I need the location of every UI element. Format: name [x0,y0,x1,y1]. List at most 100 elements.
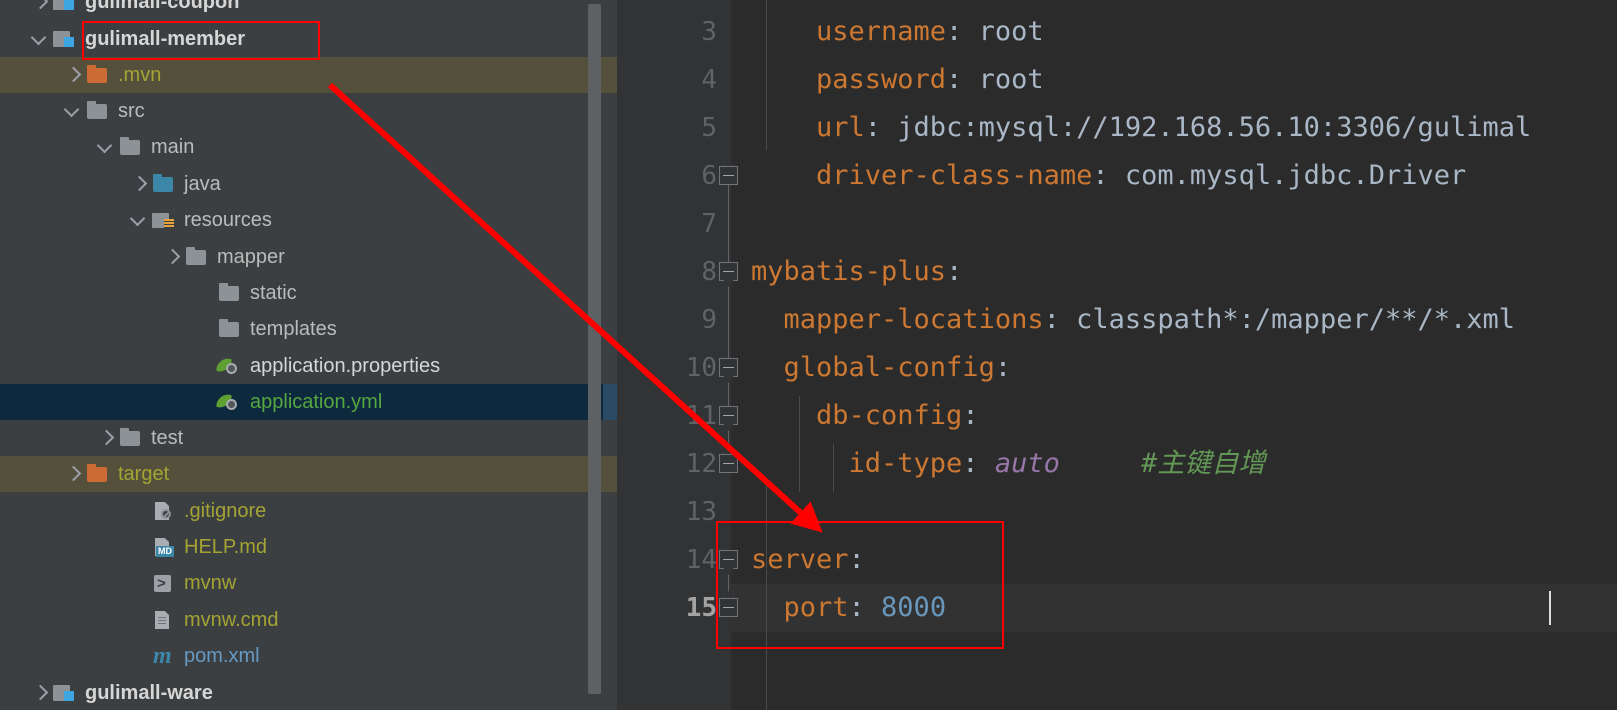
code-line[interactable]: mapper-locations: classpath*:/mapper/**/… [784,296,1516,344]
chevron-right-icon[interactable] [96,420,118,456]
tree-item-src[interactable]: src [0,93,603,129]
tree-item-mvnw-cmd[interactable]: mvnw.cmd [0,602,603,638]
sidebar-scrollbar[interactable] [586,0,603,710]
tree-item-label: mvnw [184,572,237,594]
tree-item-label: test [151,427,184,449]
code-token: auto [994,448,1060,479]
line-number: 4 [701,65,717,95]
code-line[interactable]: db-config: [816,392,979,440]
code-token: username [816,16,947,47]
code-line[interactable]: password: root [816,56,1044,104]
tree-item-label: static [250,282,297,304]
code-line[interactable]: username: root [816,8,1044,56]
code-folding-column[interactable] [707,0,751,710]
line-number: 11 [685,401,717,431]
markdown-badge: MD [156,546,174,557]
code-line[interactable]: driver-class-name: com.mysql.jdbc.Driver [816,152,1466,200]
tree-item-label: templates [250,318,337,340]
tree-item-label: gulimall-ware [85,682,213,704]
code-token: port [783,592,849,623]
tree-item-label: src [118,100,145,122]
maven-file-icon [151,642,177,670]
tree-item-label: .mvn [118,64,162,86]
code-token: : [946,16,979,47]
tree-item-application-properties[interactable]: application.properties [0,348,603,384]
fold-marker-line-8[interactable] [719,262,738,281]
chevron-right-icon[interactable] [162,239,184,275]
chevron-down-icon[interactable] [30,21,52,57]
resources-folder-icon [151,209,177,231]
editor-gutter: 3 4 5 6 7 8 9 10 11 12 13 14 15 [603,0,738,710]
fold-marker-line-6[interactable] [719,166,738,185]
text-caret [1549,591,1551,625]
tree-item-mvn[interactable]: .mvn [0,57,603,93]
code-token: : [946,256,963,287]
chevron-right-icon[interactable] [129,166,151,202]
chevron-right-icon[interactable] [30,675,52,710]
tree-item-gulimall-ware[interactable]: gulimall-ware [0,675,603,710]
line-number: 8 [701,257,717,287]
chevron-down-icon[interactable] [63,93,85,129]
code-token: : [1092,160,1125,191]
code-token: driver-class-name [816,160,1093,191]
sidebar-scrollbar-thumb[interactable] [588,4,601,694]
code-token: 8000 [881,592,947,623]
folder-icon [85,100,111,122]
code-token: id-type [848,448,963,479]
tree-item-label: mvnw.cmd [184,609,279,631]
chevron-down-icon[interactable] [96,129,118,165]
tree-item-help-md[interactable]: MD HELP.md [0,529,603,565]
code-token: global-config [783,352,995,383]
line-number: 10 [685,353,717,383]
tree-item-pom-xml[interactable]: pom.xml [0,638,603,674]
line-number: 6 [701,161,717,191]
tree-item-mvnw[interactable]: mvnw [0,565,603,601]
code-line[interactable]: id-type: auto #主键自增 [849,440,1266,488]
code-token: root [978,16,1044,47]
tree-item-resources[interactable]: resources [0,202,603,238]
code-line[interactable]: server: [751,536,865,584]
fold-marker-line-11[interactable] [719,406,738,425]
code-line[interactable]: url: jdbc:mysql://192.168.56.10:3306/gul… [816,104,1531,152]
chevron-right-icon[interactable] [63,57,85,93]
tree-item-target[interactable]: target [0,456,603,492]
fold-marker-line-15[interactable] [719,598,738,617]
tree-item-gulimall-coupon[interactable]: gulimall-coupon [0,0,603,20]
folder-icon [217,282,243,304]
code-token: : [994,352,1012,383]
fold-marker-line-14[interactable] [719,550,738,569]
code-line[interactable]: global-config: [784,344,1012,392]
module-icon [52,0,78,13]
text-lines-badge [158,617,166,626]
tree-item-mapper[interactable]: mapper [0,239,603,275]
code-line[interactable]: mybatis-plus: [751,248,962,296]
code-token: : [848,544,865,575]
spring-config-icon [217,355,243,377]
tree-item-gitignore[interactable]: .gitignore [0,493,603,529]
code-token: mapper-locations [783,304,1044,335]
code-token: : [946,64,979,95]
module-icon [52,682,78,704]
chevron-right-icon[interactable] [63,456,85,492]
code-editor[interactable]: 3 4 5 6 7 8 9 10 11 12 13 14 15 username: root passwo… [603,0,1617,710]
code-token: : [1043,304,1077,335]
tree-item-test[interactable]: test [0,420,603,456]
folder-icon [217,318,243,340]
chevron-down-icon[interactable] [129,202,151,238]
fold-marker-line-12[interactable] [719,454,738,473]
tree-item-main[interactable]: main [0,129,603,165]
tree-item-application-yml[interactable]: application.yml [0,384,603,420]
code-line[interactable]: port: 8000 [784,584,947,632]
fold-marker-line-10[interactable] [719,358,738,377]
tree-item-templates[interactable]: templates [0,311,603,347]
tree-item-static[interactable]: static [0,275,603,311]
tree-item-gulimall-member[interactable]: gulimall-member [0,21,603,57]
gitignore-file-icon [151,500,177,522]
chevron-right-icon[interactable] [30,0,52,20]
tree-item-java[interactable]: java [0,166,603,202]
